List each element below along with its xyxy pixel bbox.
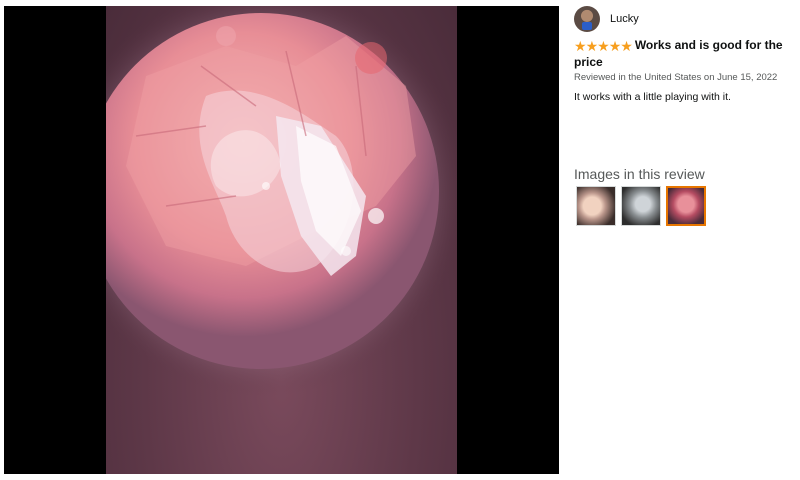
images-section-heading: Images in this review [574, 166, 705, 182]
reviewer-profile[interactable]: Lucky [574, 6, 639, 32]
avatar[interactable] [574, 6, 600, 32]
star-icon: ★ [597, 38, 610, 54]
star-rating[interactable]: ★ ★ ★ ★ ★ [574, 38, 633, 54]
star-icon: ★ [620, 38, 633, 54]
review-body: It works with a little playing with it. [574, 91, 731, 103]
ear-canal-photo-drawing [106, 6, 457, 396]
review-photo[interactable] [106, 6, 457, 474]
review-title-row: ★ ★ ★ ★ ★ Works and is good for the price [574, 37, 796, 71]
avatar-badge-icon [582, 22, 592, 30]
review-image-thumbnail[interactable] [621, 186, 661, 226]
image-viewer [4, 6, 559, 474]
star-icon: ★ [585, 38, 599, 54]
thumbnail-strip [576, 186, 706, 226]
reviewer-name[interactable]: Lucky [610, 13, 639, 25]
review-image-thumbnail[interactable] [576, 186, 616, 226]
review-meta: Reviewed in the United States on June 15… [574, 72, 778, 83]
star-icon: ★ [574, 38, 587, 54]
star-icon: ★ [608, 38, 622, 54]
review-image-thumbnail[interactable] [666, 186, 706, 226]
